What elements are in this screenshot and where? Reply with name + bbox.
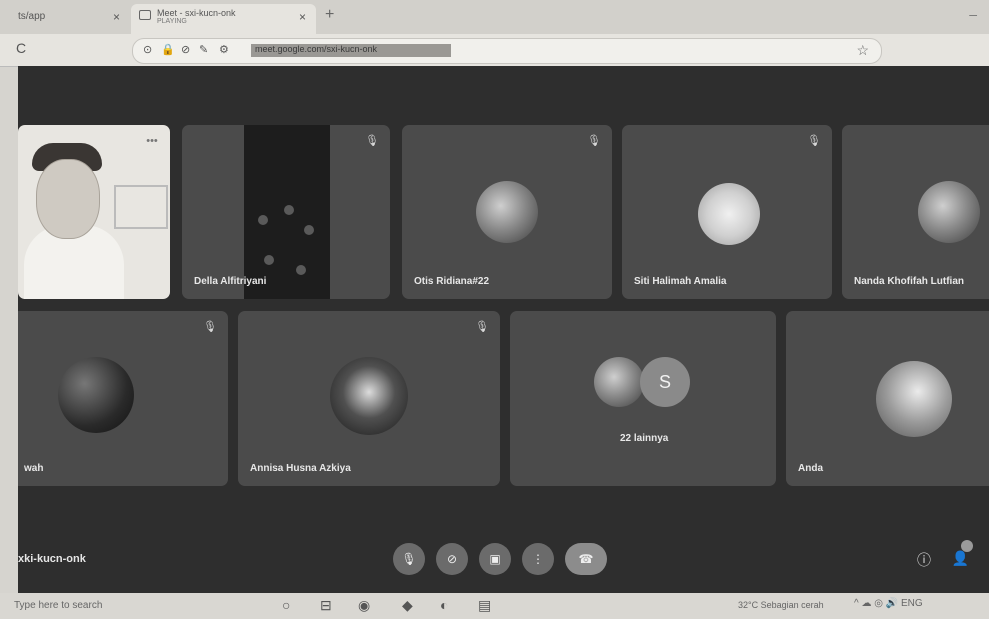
present-button[interactable]: ▣ — [479, 543, 511, 575]
phone-ui-dot — [304, 225, 314, 235]
participant-face — [36, 159, 100, 239]
tab-audio-status: PLAYING — [157, 18, 187, 25]
mic-permission-icon[interactable]: ✎ — [199, 43, 208, 56]
shared-phone-screen — [244, 125, 330, 299]
meeting-code: xki-kucn-onk — [18, 553, 86, 565]
others-tile[interactable]: S 22 lainnya — [510, 311, 776, 486]
background-shelf — [114, 185, 168, 229]
minimize-icon[interactable]: – — [969, 6, 977, 22]
participant-avatar — [698, 183, 760, 245]
others-initial-avatar: S — [640, 357, 690, 407]
participant-name: Della Alfitriyani — [194, 276, 267, 287]
end-call-button[interactable]: ☎ — [565, 543, 607, 575]
store-icon[interactable]: ▤ — [478, 597, 491, 614]
app-icon[interactable]: ◆ — [402, 597, 413, 614]
phone-ui-dot — [296, 265, 306, 275]
taskbar-search-input[interactable]: Type here to search — [14, 600, 102, 611]
mic-off-icon: 🎙 — [365, 135, 379, 147]
participant-avatar — [476, 181, 538, 243]
phone-ui-dot — [284, 205, 294, 215]
meeting-info-icon[interactable]: ⓘ — [917, 550, 931, 570]
browser-icon[interactable]: ◐ — [440, 597, 448, 613]
people-icon[interactable]: 👤 — [952, 550, 969, 567]
participant-tile[interactable]: 🎙 wah — [18, 311, 228, 486]
mic-off-icon: 🎙 — [475, 321, 489, 333]
close-tab-icon[interactable]: × — [113, 10, 120, 24]
participant-avatar — [330, 357, 408, 435]
new-tab-button[interactable]: + — [325, 6, 334, 24]
app-icon[interactable]: ◉ — [358, 597, 370, 614]
audio-indicator-icon: ••• — [146, 135, 158, 147]
tab-label: Meet - sxi-kucn-onk — [157, 8, 236, 18]
phone-ui-dot — [264, 255, 274, 265]
reload-icon[interactable]: C — [16, 40, 26, 56]
settings-icon[interactable]: ⚙ — [219, 43, 229, 56]
system-tray[interactable]: ^ ☁ ◎ 🔊 ENG — [854, 598, 923, 609]
self-tile[interactable]: Anda — [786, 311, 989, 486]
url-text[interactable]: meet.google.com/sxi-kucn-onk — [255, 44, 377, 54]
mic-off-icon: 🎙 — [203, 321, 217, 333]
address-bar[interactable]: ⊙ 🔒 ⊘ ✎ ⚙ meet.google.com/sxi-kucn-onk ☆ — [132, 38, 882, 64]
address-row: C ⊙ 🔒 ⊘ ✎ ⚙ meet.google.com/sxi-kucn-onk… — [0, 34, 989, 67]
participant-tile[interactable]: 🎙 Siti Halimah Amalia — [622, 125, 832, 299]
self-name: Anda — [798, 463, 823, 474]
participant-name: Annisa Husna Azkiya — [250, 463, 351, 474]
camera-permission-icon[interactable]: ⊘ — [181, 43, 190, 56]
site-info-icon[interactable]: ⊙ — [143, 43, 152, 56]
participant-name: Nanda Khofifah Lutfian — [854, 276, 964, 287]
weather-status[interactable]: 32°C Sebagian cerah — [738, 600, 824, 610]
bookmark-star-icon[interactable]: ☆ — [856, 42, 869, 59]
meet-viewport: ••• 🎙 Della Alfitriyani 🎙 Otis Ridiana#2… — [18, 66, 989, 593]
cortana-icon[interactable]: ○ — [282, 597, 290, 613]
tab-label: ts/app — [18, 11, 46, 22]
participant-tile[interactable]: Nanda Khofifah Lutfian — [842, 125, 989, 299]
others-count: 22 lainnya — [620, 433, 669, 444]
close-tab-icon[interactable]: × — [299, 10, 306, 24]
camera-toggle-button[interactable]: ⊘ — [436, 543, 468, 575]
meet-favicon-icon — [139, 10, 151, 20]
others-avatar — [594, 357, 644, 407]
participant-avatar — [58, 357, 134, 433]
phone-ui-dot — [258, 215, 268, 225]
participant-name: Siti Halimah Amalia — [634, 276, 727, 287]
mic-off-icon: 🎙 — [587, 135, 601, 147]
participant-tile-video[interactable]: ••• — [18, 125, 170, 299]
mic-toggle-button[interactable]: 🎙 — [393, 543, 425, 575]
mic-off-icon: 🎙 — [807, 135, 821, 147]
participant-avatar — [918, 181, 980, 243]
tab-app[interactable]: ts/app × — [0, 4, 130, 34]
participant-tile[interactable]: 🎙 Della Alfitriyani — [182, 125, 390, 299]
participant-name: Otis Ridiana#22 — [414, 276, 490, 287]
lock-icon: 🔒 — [161, 44, 175, 56]
participant-tile[interactable]: 🎙 Otis Ridiana#22 — [402, 125, 612, 299]
self-avatar — [876, 361, 952, 437]
more-options-button[interactable]: ⋮ — [522, 543, 554, 575]
tab-meet[interactable]: Meet - sxi-kucn-onk PLAYING × — [131, 4, 316, 34]
participant-tile[interactable]: 🎙 Annisa Husna Azkiya — [238, 311, 500, 486]
participant-name: wah — [24, 463, 44, 474]
browser-tab-bar: ts/app × Meet - sxi-kucn-onk PLAYING × +… — [0, 0, 989, 34]
task-view-icon[interactable]: ⊟ — [320, 597, 332, 614]
taskbar: Type here to search ○ ⊟ ◉ ◆ ◐ ▤ 32°C Seb… — [0, 593, 989, 619]
